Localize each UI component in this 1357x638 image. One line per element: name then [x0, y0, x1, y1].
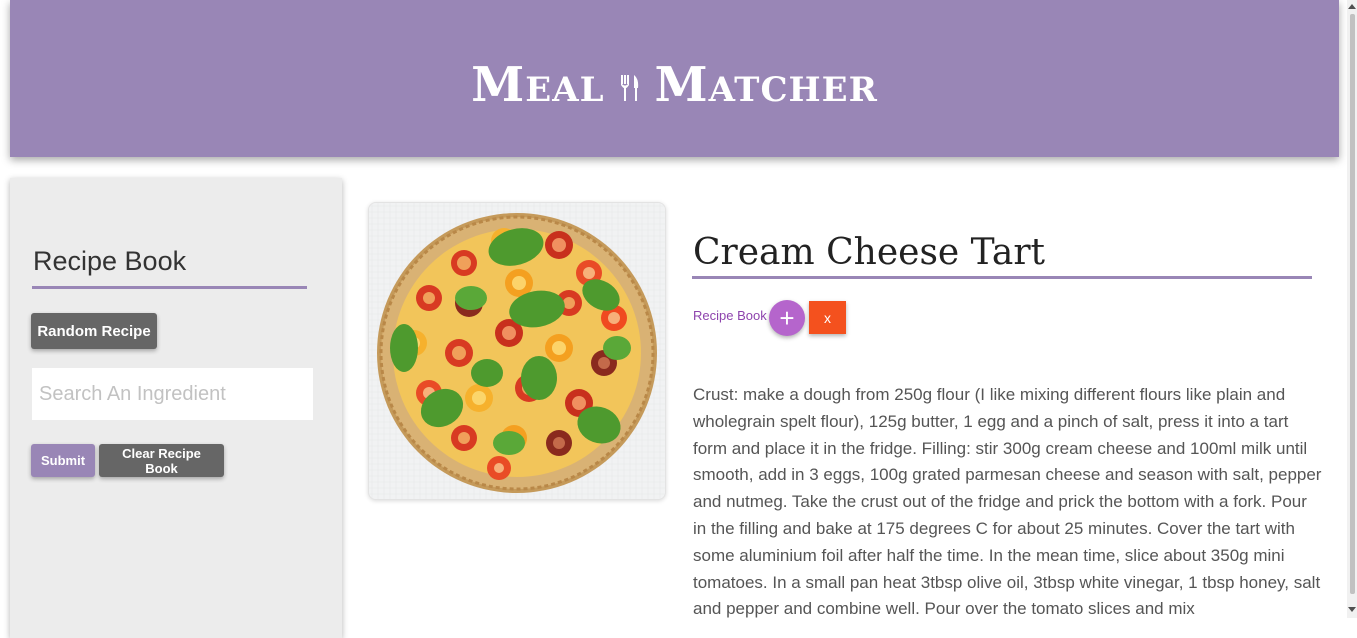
site-logo[interactable]: Meal Matcher — [471, 57, 878, 113]
remove-from-recipe-book-button[interactable]: x — [809, 301, 846, 334]
site-header: Meal Matcher — [10, 0, 1339, 157]
recipe-book-label: Recipe Book — [693, 308, 767, 323]
logo-text-matcher: Matcher — [654, 56, 878, 113]
scrollbar-thumb[interactable] — [1350, 14, 1355, 594]
submit-button[interactable]: Submit — [31, 444, 95, 477]
recipe-title-underline — [692, 276, 1312, 279]
sidebar-title-underline — [32, 286, 307, 289]
logo-text-meal: Meal — [471, 56, 605, 113]
clear-recipe-book-button[interactable]: Clear Recipe Book — [99, 444, 224, 477]
recipe-title: Cream Cheese Tart — [693, 232, 1046, 273]
utensils-icon — [620, 74, 638, 101]
recipe-instructions: Crust: make a dough from 250g flour (I l… — [693, 385, 1322, 619]
scroll-down-icon[interactable] — [1348, 607, 1356, 612]
tomato-tart-image — [369, 203, 665, 499]
add-to-recipe-book-button[interactable]: + — [769, 300, 805, 336]
random-recipe-button[interactable]: Random Recipe — [31, 313, 157, 349]
sidebar-title: Recipe Book — [33, 246, 187, 276]
sidebar: Recipe Book Random Recipe Submit Clear R… — [10, 178, 342, 638]
recipe-photo — [368, 202, 666, 500]
scroll-up-icon[interactable] — [1348, 4, 1356, 9]
ingredient-search-input[interactable] — [32, 368, 313, 420]
